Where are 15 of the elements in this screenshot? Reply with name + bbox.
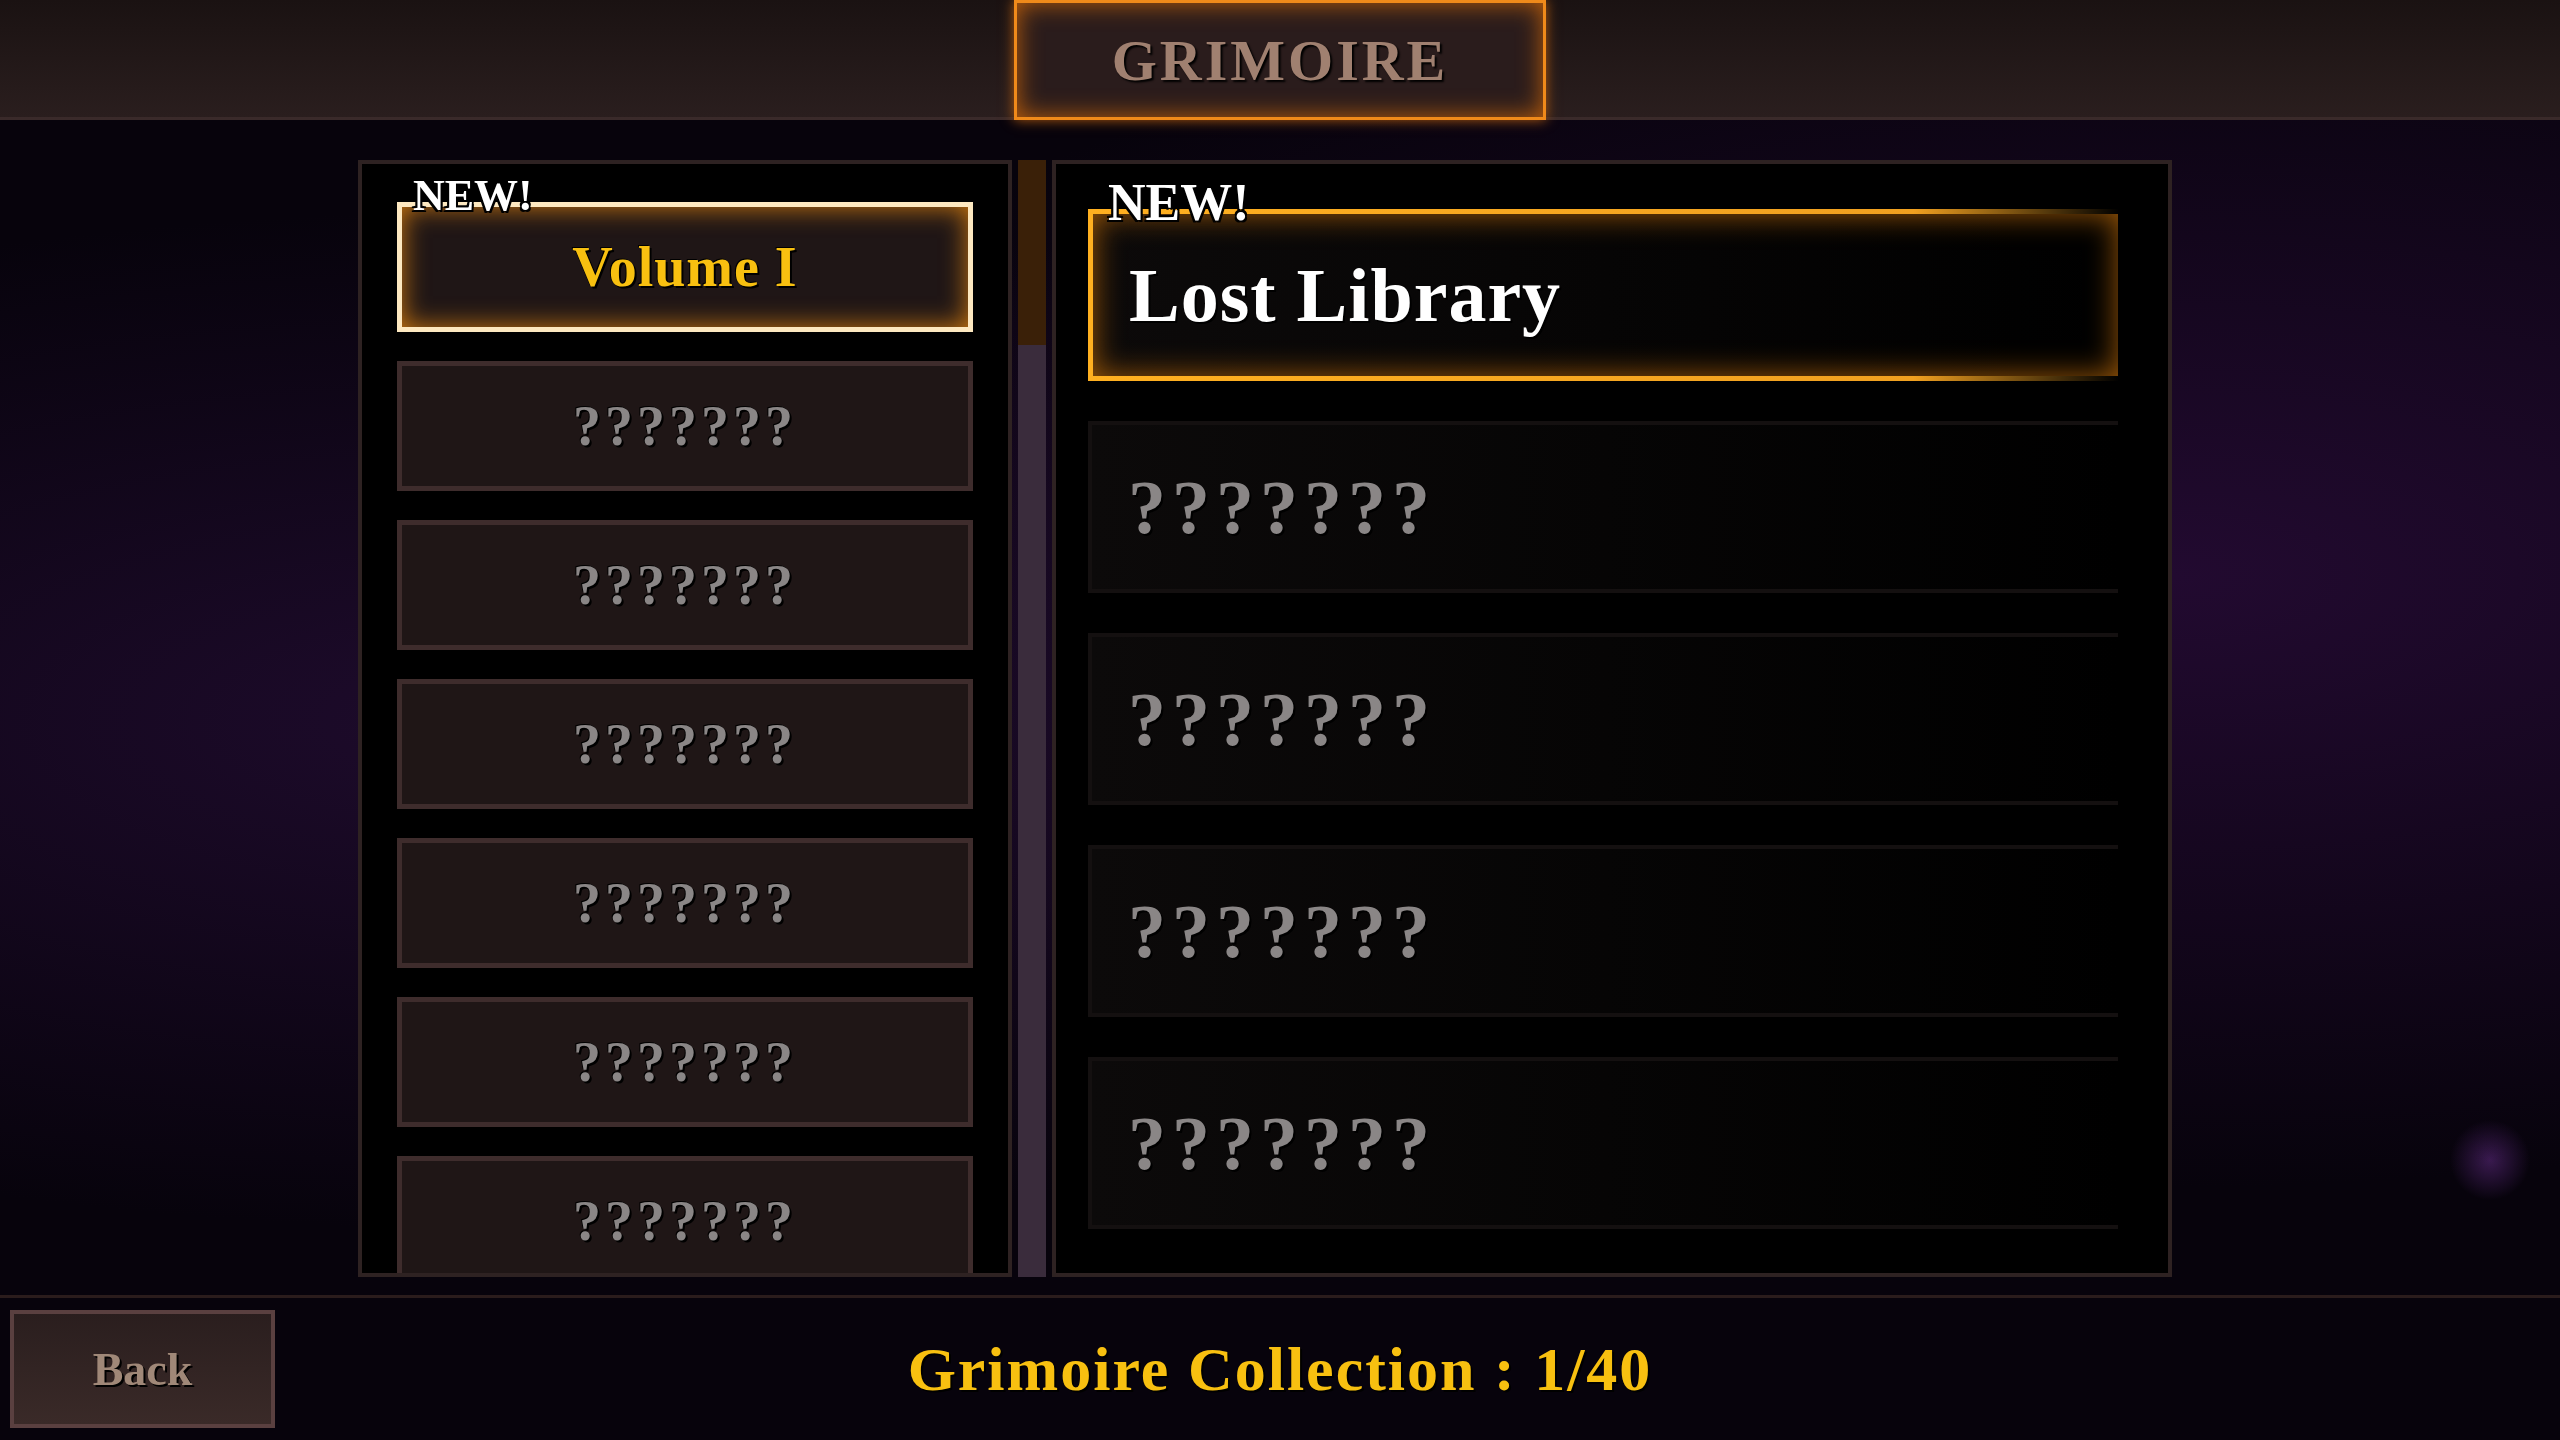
volume-item[interactable]: ??????? [397,997,973,1127]
back-button[interactable]: Back [10,1310,275,1428]
entry-item[interactable]: ??????? [1088,421,2118,593]
volume-item[interactable]: ??????? [397,1156,973,1273]
volume-item[interactable]: ??????? [397,679,973,809]
scrollbar[interactable] [1018,160,1046,1277]
volume-item[interactable]: ??????? [397,361,973,491]
entry-item[interactable]: ??????? [1088,1057,2118,1229]
collection-count: Grimoire Collection : 1/40 [907,1333,1653,1405]
screen-title: GRIMOIRE [1111,26,1449,94]
entry-item[interactable]: ??????? [1088,633,2118,805]
entry-item[interactable]: ??????? [1088,845,2118,1017]
scrollbar-thumb[interactable] [1018,160,1046,345]
volume-item[interactable]: ??????? [397,838,973,968]
volume-item[interactable]: ??????? [397,520,973,650]
